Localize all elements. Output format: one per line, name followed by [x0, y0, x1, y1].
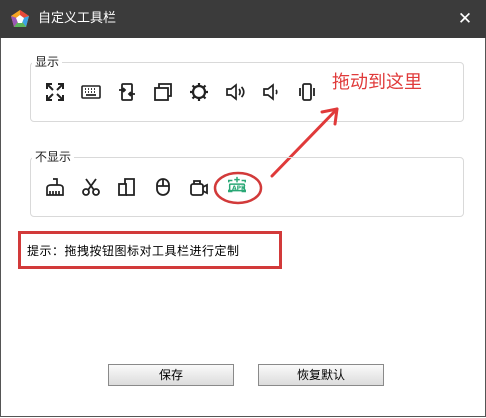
hide-group-label: 不显示	[32, 150, 75, 164]
mouse-icon[interactable]	[152, 176, 174, 198]
apk-install-icon[interactable]: APK	[226, 175, 250, 199]
hint-text: 提示：拖拽按钮图标对工具栏进行定制	[27, 244, 240, 258]
cut-icon[interactable]	[80, 176, 102, 198]
multi-device-icon[interactable]	[116, 176, 138, 198]
clean-icon[interactable]	[44, 176, 66, 198]
save-button[interactable]: 保存	[108, 364, 234, 386]
drag-here-callout: 拖动到这里	[332, 72, 422, 93]
hint-box: 提示：拖拽按钮图标对工具栏进行定制	[18, 231, 282, 269]
apk-label: APK	[232, 185, 246, 192]
camera-icon[interactable]	[188, 176, 210, 198]
restore-default-button[interactable]: 恢复默认	[258, 364, 384, 386]
